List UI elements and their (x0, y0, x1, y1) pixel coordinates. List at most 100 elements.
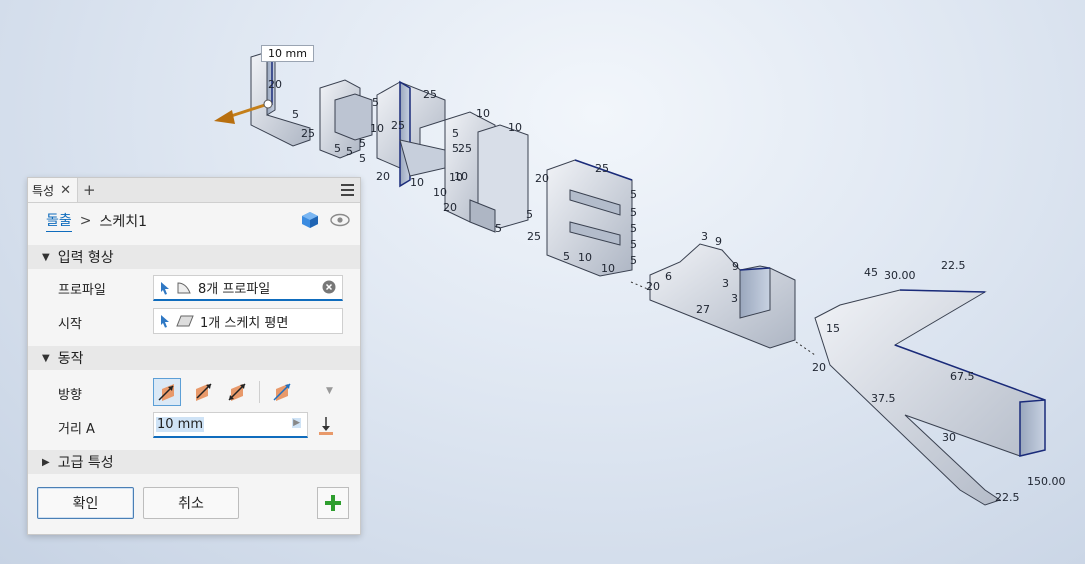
dimension-label: 5 (372, 96, 379, 109)
direction-symmetric-button[interactable] (223, 378, 251, 406)
tab-label: 특성 (32, 183, 55, 198)
dimension-label: 25 (458, 142, 472, 155)
dimension-label: 25 (391, 119, 405, 132)
dimension-label: 10 (601, 262, 615, 275)
direction-asymmetric-button[interactable] (268, 378, 296, 406)
divider (259, 381, 260, 403)
dimension-label: 9 (732, 260, 739, 273)
dimension-label: 20 (535, 172, 549, 185)
dimension-label: 6 (665, 270, 672, 283)
dimension-label: 30 (942, 431, 956, 444)
dimension-label: 67.5 (950, 370, 975, 383)
section-title: 동작 (57, 351, 84, 367)
dimension-label: 25 (301, 127, 315, 140)
dimension-label: 27 (696, 303, 710, 316)
direction-flipped-button[interactable] (189, 378, 217, 406)
collapse-triangle-icon: ▼ (42, 352, 50, 364)
direction-asymmetric-icon (273, 383, 291, 401)
dimension-label: 5 (359, 137, 366, 150)
profile-value: 8개 프로파일 (198, 282, 271, 297)
sketch-plane-icon (176, 315, 194, 327)
dimension-label: 5 (526, 208, 533, 221)
dimension-label: 45 (864, 266, 878, 279)
dimension-label: 22.5 (995, 491, 1020, 504)
apply-plus-button[interactable] (317, 487, 349, 519)
dimension-label: 5 (495, 222, 502, 235)
dimension-label: 10 (454, 170, 468, 183)
dimension-label: 10 (433, 186, 447, 199)
plus-icon (325, 495, 341, 511)
distance-a-value: 10 mm (156, 417, 205, 432)
dimension-label: 10 (476, 107, 490, 120)
visibility-eye-icon[interactable] (330, 213, 350, 227)
dimension-label: 25 (423, 88, 437, 101)
properties-panel: 특성 ✕ + 돌출 > 스케치1 ▼ 입력 형상 프로파일 8개 프로파일 시작… (27, 177, 361, 535)
breadcrumb-feature-link[interactable]: 돌출 (46, 210, 72, 232)
dimension-label: 5 (630, 238, 637, 251)
dimension-label: 5 (292, 108, 299, 121)
section-behavior[interactable]: ▼ 동작 (28, 346, 360, 370)
collapse-triangle-icon: ▼ (42, 251, 50, 263)
start-label: 시작 (58, 317, 82, 332)
dimension-label: 20 (376, 170, 390, 183)
dimension-label: 3 (722, 277, 729, 290)
add-tab-icon[interactable]: + (83, 181, 96, 199)
distance-readout[interactable]: 10 mm (261, 45, 314, 62)
profile-label: 프로파일 (58, 283, 106, 298)
direction-label: 방향 (58, 388, 82, 403)
dimension-label: 20 (646, 280, 660, 293)
dimension-label: 25 (527, 230, 541, 243)
direction-symmetric-icon (228, 383, 246, 401)
distance-a-label: 거리 A (58, 422, 95, 437)
dimension-label: 5 (452, 127, 459, 140)
dimension-label: 5 (334, 142, 341, 155)
dimension-label: 37.5 (871, 392, 896, 405)
section-title: 입력 형상 (57, 250, 114, 266)
clear-selection-icon[interactable] (322, 280, 336, 298)
extruded-letter (814, 289, 1046, 506)
section-title: 고급 특성 (57, 455, 114, 471)
expand-triangle-icon: ▶ (42, 456, 50, 468)
dimension-label: 15 (826, 322, 840, 335)
dimension-label: 5 (359, 152, 366, 165)
dropdown-arrow-icon[interactable]: ▼ (326, 386, 333, 396)
breadcrumb-separator: > (79, 213, 92, 229)
dimension-label: 20 (443, 201, 457, 214)
dimension-label: 5 (346, 145, 353, 158)
section-input-geometry[interactable]: ▼ 입력 형상 (28, 245, 360, 269)
close-icon[interactable]: ✕ (60, 183, 71, 198)
profile-selector[interactable]: 8개 프로파일 (153, 275, 343, 301)
section-advanced[interactable]: ▶ 고급 특성 (28, 450, 360, 474)
extruded-letter (649, 243, 796, 349)
dimension-label: 5 (630, 188, 637, 201)
start-value: 1개 스케치 평면 (200, 315, 289, 331)
dimension-label: 25 (595, 162, 609, 175)
direction-default-button[interactable] (153, 378, 181, 406)
dimension-label: 3 (701, 230, 708, 243)
dimension-label: 30.00 (884, 269, 916, 282)
distance-a-input[interactable]: 10 mm ▶ (153, 412, 308, 438)
dimension-label: 10 (508, 121, 522, 134)
dimension-label: 10 (578, 251, 592, 264)
start-selector[interactable]: 1개 스케치 평면 (153, 308, 343, 334)
breadcrumb: 돌출 > 스케치1 (46, 210, 147, 232)
dimension-label: 5 (630, 254, 637, 267)
dimension-label: 5 (630, 222, 637, 235)
cancel-button[interactable]: 취소 (143, 487, 239, 519)
ok-button[interactable]: 확인 (37, 487, 134, 519)
measure-icon[interactable] (317, 416, 335, 436)
direction-flipped-icon (196, 383, 212, 401)
tab-properties[interactable]: 특성 ✕ (28, 178, 78, 202)
panel-tabbar: 특성 ✕ + (28, 178, 360, 203)
direction-default-icon (158, 384, 174, 401)
menu-icon[interactable] (341, 184, 354, 199)
solid-body-icon[interactable] (301, 211, 319, 229)
dimension-label: 150.00 (1027, 475, 1066, 488)
value-arrow-icon[interactable]: ▶ (292, 418, 301, 428)
dimension-label: 22.5 (941, 259, 966, 272)
dimension-label: 10 (370, 122, 384, 135)
breadcrumb-sketch: 스케치1 (99, 214, 148, 230)
select-cursor-icon (160, 281, 170, 295)
dimension-label: 9 (715, 235, 722, 248)
select-cursor-icon (160, 314, 170, 328)
